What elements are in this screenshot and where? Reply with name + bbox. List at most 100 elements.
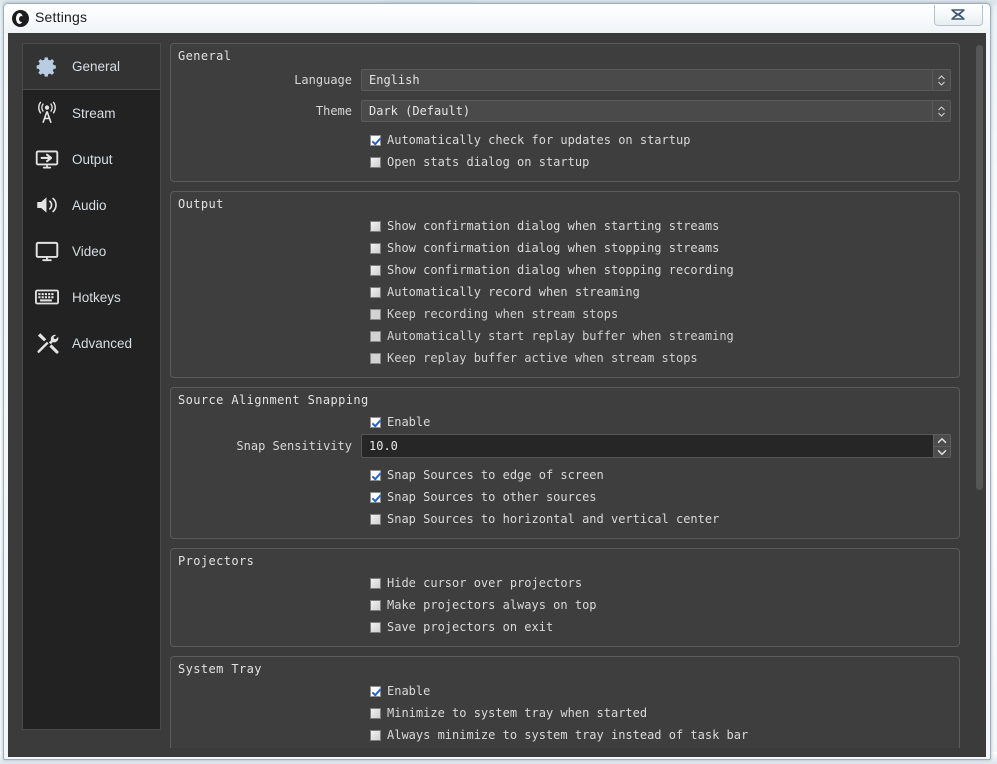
checkbox-box[interactable] (370, 286, 381, 298)
checkbox-box[interactable] (370, 134, 381, 146)
sidebar-item-label: Video (72, 243, 107, 259)
scrollbar-thumb[interactable] (976, 45, 983, 490)
checkbox-auto-start-replay-buffer[interactable]: Automatically start replay buffer when s… (179, 325, 951, 347)
group-source-alignment-snapping: Source Alignment Snapping Enable Snap Se… (170, 387, 960, 539)
sidebar-item-label: Output (72, 151, 113, 167)
checkbox-minimize-to-tray-when-started[interactable]: Minimize to system tray when started (179, 702, 951, 724)
checkbox-label: Enable (387, 684, 431, 698)
checkbox-label: Open stats dialog on startup (387, 155, 590, 169)
theme-combo[interactable]: Dark (Default) (361, 100, 951, 122)
apply-button: Apply (916, 759, 991, 760)
language-row: Language English (179, 67, 951, 93)
checkbox-projectors-always-on-top[interactable]: Make projectors always on top (179, 594, 951, 616)
sidebar-item-advanced[interactable]: Advanced (23, 320, 160, 366)
checkbox-snap-to-other-sources[interactable]: Snap Sources to other sources (179, 486, 951, 508)
group-title: Source Alignment Snapping (178, 393, 369, 407)
checkbox-label: Snap Sources to edge of screen (387, 468, 604, 482)
broadcast-tower-icon (32, 98, 62, 128)
checkbox-snap-to-center[interactable]: Snap Sources to horizontal and vertical … (179, 508, 951, 530)
snap-sensitivity-input[interactable]: 10.0 (361, 434, 933, 458)
checkbox-label: Automatically record when streaming (387, 285, 640, 299)
checkbox-label: Make projectors always on top (387, 598, 597, 612)
snap-sensitivity-label: Snap Sensitivity (236, 439, 352, 453)
checkbox-box[interactable] (370, 491, 381, 503)
group-output: Output Show confirmation dialog when sta… (170, 191, 960, 378)
spinner-up-button[interactable] (933, 434, 951, 446)
chevron-up-down-icon (938, 105, 945, 117)
checkbox-confirm-stop-recording[interactable]: Show confirmation dialog when stopping r… (179, 259, 951, 281)
group-title: System Tray (178, 662, 262, 676)
language-combo[interactable]: English (361, 69, 951, 91)
sidebar-item-label: Advanced (72, 335, 133, 351)
checkbox-box[interactable] (370, 352, 381, 364)
ok-button[interactable]: OK (772, 759, 836, 760)
theme-row: Theme Dark (Default) (179, 98, 951, 124)
sidebar-item-stream[interactable]: Stream (23, 90, 160, 136)
sidebar-item-general[interactable]: General (23, 44, 160, 90)
settings-dialog-body: General Stream Output Audio Video Hotkey… (8, 33, 986, 757)
checkbox-hide-cursor-over-projectors[interactable]: Hide cursor over projectors (179, 572, 951, 594)
spinner-down-button[interactable] (933, 446, 951, 458)
settings-sidebar: General Stream Output Audio Video Hotkey… (22, 43, 161, 730)
checkbox-box[interactable] (370, 242, 381, 254)
checkbox-box[interactable] (370, 577, 381, 589)
checkbox-box[interactable] (370, 156, 381, 168)
checkbox-box[interactable] (370, 220, 381, 232)
checkbox-label: Automatically check for updates on start… (387, 133, 691, 147)
checkbox-label: Snap Sources to other sources (387, 490, 597, 504)
group-title: Output (178, 197, 224, 211)
checkbox-label: Automatically start replay buffer when s… (387, 329, 734, 343)
cancel-button[interactable]: Cancel (828, 759, 912, 760)
chevron-up-icon (937, 438, 947, 444)
checkbox-auto-check-updates[interactable]: Automatically check for updates on start… (179, 129, 951, 151)
sidebar-item-label: Stream (72, 105, 116, 121)
checkbox-box[interactable] (370, 513, 381, 525)
checkbox-box[interactable] (370, 308, 381, 320)
checkbox-box[interactable] (370, 330, 381, 342)
checkbox-box[interactable] (370, 685, 381, 697)
checkbox-label: Show confirmation dialog when stopping r… (387, 263, 734, 277)
checkbox-label: Show confirmation dialog when stopping s… (387, 241, 720, 255)
checkbox-system-tray-enable[interactable]: Enable (179, 680, 951, 702)
language-value[interactable]: English (361, 69, 932, 91)
checkbox-box[interactable] (370, 599, 381, 611)
group-title: General (178, 49, 232, 63)
checkbox-box[interactable] (370, 707, 381, 719)
checkbox-auto-record-when-streaming[interactable]: Automatically record when streaming (179, 281, 951, 303)
language-spinner[interactable] (932, 69, 951, 91)
checkbox-label: Minimize to system tray when started (387, 706, 648, 720)
checkbox-label: Hide cursor over projectors (387, 576, 583, 590)
checkbox-snapping-enable[interactable]: Enable (179, 411, 951, 433)
content-scrollbar[interactable] (974, 43, 985, 748)
checkbox-confirm-stop-streams[interactable]: Show confirmation dialog when stopping s… (179, 237, 951, 259)
theme-value[interactable]: Dark (Default) (361, 100, 932, 122)
sidebar-item-audio[interactable]: Audio (23, 182, 160, 228)
close-button[interactable] (934, 5, 983, 26)
checkbox-box[interactable] (370, 416, 381, 428)
monitor-arrow-icon (32, 144, 62, 174)
settings-content-inner: General Language English Theme Dark (Def… (170, 43, 960, 748)
checkbox-label: Show confirmation dialog when starting s… (387, 219, 720, 233)
checkbox-label: Snap Sources to horizontal and vertical … (387, 512, 720, 526)
checkbox-keep-recording-when-stream-stops[interactable]: Keep recording when stream stops (179, 303, 951, 325)
checkbox-box[interactable] (370, 621, 381, 633)
checkbox-box[interactable] (370, 469, 381, 481)
checkbox-snap-to-edge-of-screen[interactable]: Snap Sources to edge of screen (179, 464, 951, 486)
dialog-footer: OK Cancel Apply (8, 730, 986, 760)
speaker-icon (32, 190, 62, 220)
sidebar-item-video[interactable]: Video (23, 228, 160, 274)
sidebar-item-hotkeys[interactable]: Hotkeys (23, 274, 160, 320)
gear-icon (32, 52, 62, 82)
checkbox-save-projectors-on-exit[interactable]: Save projectors on exit (179, 616, 951, 638)
snap-sensitivity-stepper[interactable]: 10.0 (361, 434, 951, 458)
checkbox-confirm-start-streams[interactable]: Show confirmation dialog when starting s… (179, 215, 951, 237)
checkbox-label: Keep recording when stream stops (387, 307, 619, 321)
sidebar-item-output[interactable]: Output (23, 136, 160, 182)
theme-spinner[interactable] (932, 100, 951, 122)
checkbox-label: Save projectors on exit (387, 620, 554, 634)
checkbox-open-stats-dialog[interactable]: Open stats dialog on startup (179, 151, 951, 173)
checkbox-box[interactable] (370, 264, 381, 276)
theme-label: Theme (315, 104, 352, 118)
monitor-icon (32, 236, 62, 266)
checkbox-keep-replay-buffer-active[interactable]: Keep replay buffer active when stream st… (179, 347, 951, 369)
